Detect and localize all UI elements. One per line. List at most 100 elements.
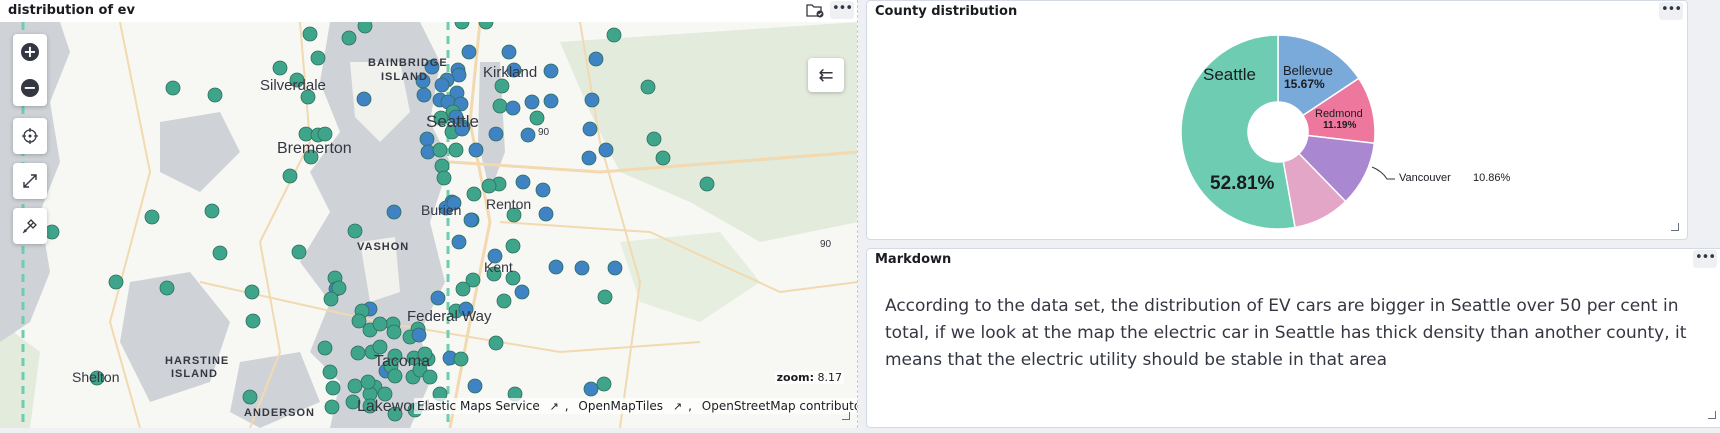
ev-location-marker[interactable] [606, 27, 622, 43]
ev-location-marker[interactable] [468, 142, 484, 158]
ev-location-marker[interactable] [543, 63, 559, 79]
ev-location-marker[interactable] [492, 98, 508, 114]
ev-location-marker[interactable] [386, 204, 402, 220]
ev-location-marker[interactable] [455, 281, 471, 297]
ev-location-marker[interactable] [488, 126, 504, 142]
ev-location-marker[interactable] [524, 94, 540, 110]
ev-location-marker[interactable] [515, 174, 531, 190]
ev-location-marker[interactable] [347, 378, 363, 394]
map-basemap[interactable]: Silverdale BAINBRIDGE ISLAND Kirkland Seattl… [0, 22, 858, 428]
markdown-panel-menu-icon[interactable]: ••• [1693, 250, 1717, 268]
resize-handle[interactable] [842, 412, 850, 420]
ev-location-marker[interactable] [597, 289, 613, 305]
ev-location-marker[interactable] [505, 100, 521, 116]
ev-location-marker[interactable] [640, 79, 656, 95]
ev-location-marker[interactable] [350, 345, 366, 361]
ev-location-marker[interactable] [360, 374, 376, 390]
ev-location-marker[interactable] [242, 389, 258, 405]
zoom-in-button[interactable]: + [13, 34, 47, 70]
ev-location-marker[interactable] [584, 92, 600, 108]
ev-location-marker[interactable] [356, 91, 372, 107]
resize-handle[interactable] [1671, 223, 1679, 231]
ev-location-marker[interactable] [245, 313, 261, 329]
ev-location-marker[interactable] [461, 44, 477, 60]
ev-location-marker[interactable] [494, 78, 510, 94]
ev-location-marker[interactable] [583, 381, 599, 397]
ev-location-marker[interactable] [436, 170, 452, 186]
ev-location-marker[interactable] [372, 316, 388, 332]
pie-chart[interactable] [867, 1, 1688, 240]
attribution-link[interactable]: Elastic Maps Service ↗, [417, 399, 569, 413]
layers-panel-button[interactable]: ⇇ [808, 58, 844, 92]
ev-location-marker[interactable] [212, 245, 228, 261]
ev-location-marker[interactable] [488, 335, 504, 351]
ev-location-marker[interactable] [44, 224, 60, 240]
ev-location-marker[interactable] [323, 291, 339, 307]
zoom-out-button[interactable]: − [13, 70, 47, 106]
ev-location-marker[interactable] [430, 290, 446, 306]
ev-location-marker[interactable] [204, 203, 220, 219]
ev-location-marker[interactable] [302, 26, 318, 42]
ev-location-marker[interactable] [596, 376, 612, 392]
ev-location-marker[interactable] [386, 324, 402, 340]
ev-location-marker[interactable] [535, 182, 551, 198]
ev-location-marker[interactable] [501, 44, 517, 60]
ev-location-marker[interactable] [467, 378, 483, 394]
ev-location-marker[interactable] [496, 293, 512, 309]
ev-location-marker[interactable] [574, 260, 590, 276]
ev-location-marker[interactable] [282, 168, 298, 184]
ev-location-marker[interactable] [108, 274, 124, 290]
ev-location-marker[interactable] [310, 50, 326, 66]
ev-location-marker[interactable] [387, 368, 403, 384]
ev-location-marker[interactable] [582, 121, 598, 137]
ev-location-marker[interactable] [581, 150, 597, 166]
ev-location-marker[interactable] [159, 280, 175, 296]
ev-location-marker[interactable] [372, 339, 388, 355]
ev-location-marker[interactable] [655, 150, 671, 166]
ev-location-marker[interactable] [291, 244, 307, 260]
ev-location-marker[interactable] [538, 206, 554, 222]
ev-location-marker[interactable] [325, 380, 341, 396]
ev-location-marker[interactable] [347, 223, 363, 239]
map-panel-menu-icon[interactable]: ••• [830, 1, 854, 19]
ev-location-marker[interactable] [165, 80, 181, 96]
ev-location-marker[interactable] [448, 142, 464, 158]
ev-location-marker[interactable] [607, 260, 623, 276]
ev-location-marker[interactable] [207, 87, 223, 103]
ev-location-marker[interactable] [543, 93, 559, 109]
ev-location-marker[interactable] [588, 51, 604, 67]
ev-location-marker[interactable] [646, 131, 662, 147]
ev-location-marker[interactable] [434, 77, 450, 93]
ev-location-marker[interactable] [548, 259, 564, 275]
ev-location-marker[interactable] [317, 340, 333, 356]
ev-location-marker[interactable] [514, 284, 530, 300]
ev-location-marker[interactable] [324, 399, 340, 415]
fullscreen-button[interactable] [13, 163, 47, 199]
ev-location-marker[interactable] [598, 142, 614, 158]
ev-location-marker[interactable] [463, 212, 479, 228]
ev-location-marker[interactable] [520, 127, 536, 143]
draw-tool-button[interactable] [13, 208, 47, 244]
ev-location-marker[interactable] [411, 327, 427, 343]
attribution-link[interactable]: OpenStreetMap contributors ↗ [702, 399, 857, 413]
map-canvas[interactable]: Silverdale BAINBRIDGE ISLAND Kirkland Seattl… [0, 22, 858, 428]
ev-location-marker[interactable] [317, 126, 333, 142]
ev-location-marker[interactable] [244, 284, 260, 300]
ev-location-marker[interactable] [272, 60, 288, 76]
ev-location-marker[interactable] [419, 131, 435, 147]
ev-location-marker[interactable] [357, 22, 373, 34]
attribution-link[interactable]: OpenMapTiles ↗, [578, 399, 692, 413]
ev-location-marker[interactable] [699, 176, 715, 192]
ev-location-marker[interactable] [144, 209, 160, 225]
ev-location-marker[interactable] [466, 186, 482, 202]
crosshair-button[interactable] [13, 118, 47, 154]
ev-location-marker[interactable] [453, 351, 469, 367]
ev-location-marker[interactable] [505, 238, 521, 254]
ev-location-marker[interactable] [432, 142, 448, 158]
ev-location-marker[interactable] [322, 364, 338, 380]
resize-handle[interactable] [1708, 411, 1716, 419]
ev-location-marker[interactable] [481, 178, 497, 194]
ev-location-marker[interactable] [341, 30, 357, 46]
ev-location-marker[interactable] [451, 234, 467, 250]
folder-check-icon[interactable] [806, 2, 824, 18]
